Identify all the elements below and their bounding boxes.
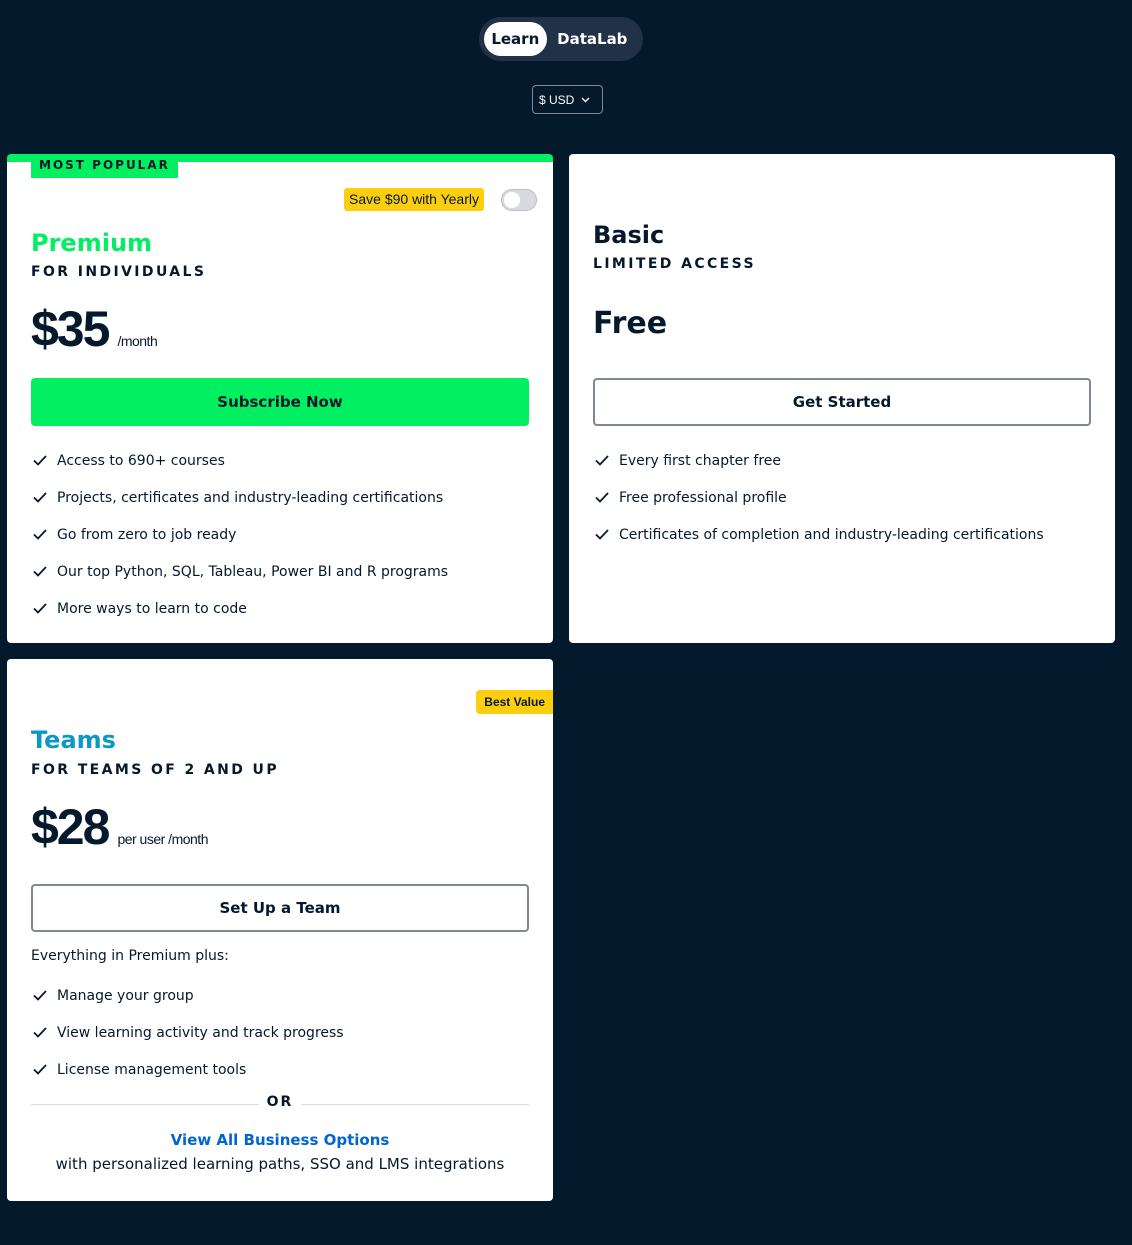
currency-value: $ USD: [539, 92, 575, 107]
teams-price: $28 per user /month: [31, 798, 208, 856]
best-value-badge: Best Value: [476, 690, 553, 714]
most-popular-ribbon: MOST POPULAR: [31, 154, 178, 178]
feature-item: More ways to learn to code: [31, 590, 448, 627]
premium-plan-subtitle: FOR INDIVIDUALS: [31, 264, 207, 280]
premium-price-amount: $35: [31, 301, 110, 357]
check-icon: [593, 452, 611, 470]
subscribe-now-button[interactable]: Subscribe Now: [31, 378, 529, 426]
currency-select[interactable]: $ USD: [532, 85, 603, 114]
feature-item: View learning activity and track progres…: [31, 1014, 344, 1051]
feature-item: Every first chapter free: [593, 442, 1044, 479]
or-label: OR: [258, 1094, 302, 1110]
chevron-down-icon: [581, 97, 590, 103]
feature-item: Access to 690+ courses: [31, 442, 448, 479]
check-icon: [31, 600, 49, 618]
feature-text: Our top Python, SQL, Tableau, Power BI a…: [57, 563, 449, 580]
feature-item: Certificates of completion and industry-…: [593, 516, 1044, 553]
check-icon: [31, 489, 49, 507]
feature-text: Every first chapter free: [619, 452, 781, 469]
feature-text: Free professional profile: [619, 489, 787, 506]
feature-text: View learning activity and track progres…: [57, 1024, 344, 1041]
get-started-button[interactable]: Get Started: [593, 378, 1091, 426]
teams-plan-card: Best Value Teams FOR TEAMS OF 2 AND UP $…: [7, 659, 553, 1201]
premium-plan-card: MOST POPULAR Save $90 with Yearly Premiu…: [7, 154, 553, 643]
basic-plan-card: Basic LIMITED ACCESS Free Get Started Ev…: [569, 154, 1115, 643]
teams-feature-list: Manage your group View learning activity…: [31, 977, 344, 1088]
feature-text: More ways to learn to code: [57, 600, 247, 617]
teams-price-amount: $28: [31, 799, 110, 855]
view-business-options-link[interactable]: View All Business Options: [7, 1131, 553, 1149]
feature-item: Our top Python, SQL, Tableau, Power BI a…: [31, 553, 448, 590]
feature-text: License management tools: [57, 1061, 247, 1078]
toggle-knob: [504, 192, 520, 208]
premium-plus-label: Everything in Premium plus:: [31, 948, 229, 964]
set-up-team-button[interactable]: Set Up a Team: [31, 884, 529, 932]
premium-plan-name: Premium: [31, 229, 153, 257]
teams-plan-name: Teams: [31, 726, 116, 754]
tab-learn[interactable]: Learn: [484, 22, 547, 56]
feature-item: Free professional profile: [593, 479, 1044, 516]
check-icon: [593, 526, 611, 544]
premium-price-unit: /month: [117, 333, 158, 349]
teams-price-unit: per user /month: [117, 831, 208, 847]
feature-text: Manage your group: [57, 987, 194, 1004]
or-divider: OR: [31, 1094, 529, 1114]
basic-feature-list: Every first chapter free Free profession…: [593, 442, 1044, 553]
feature-item: License management tools: [31, 1051, 344, 1088]
feature-text: Go from zero to job ready: [57, 526, 237, 543]
premium-price: $35 /month: [31, 300, 158, 358]
check-icon: [31, 526, 49, 544]
yearly-toggle[interactable]: [501, 189, 537, 211]
tab-datalab[interactable]: DataLab: [547, 22, 638, 56]
basic-price: Free: [593, 306, 668, 341]
check-icon: [31, 452, 49, 470]
product-toggle: Learn DataLab: [479, 17, 643, 61]
feature-item: Projects, certificates and industry-lead…: [31, 479, 448, 516]
check-icon: [31, 563, 49, 581]
teams-plan-subtitle: FOR TEAMS OF 2 AND UP: [31, 762, 279, 778]
feature-text: Projects, certificates and industry-lead…: [57, 489, 444, 506]
check-icon: [31, 987, 49, 1005]
feature-item: Go from zero to job ready: [31, 516, 448, 553]
check-icon: [593, 489, 611, 507]
save-yearly-badge: Save $90 with Yearly: [344, 188, 484, 211]
check-icon: [31, 1061, 49, 1079]
check-icon: [31, 1024, 49, 1042]
feature-item: Manage your group: [31, 977, 344, 1014]
basic-plan-subtitle: LIMITED ACCESS: [593, 256, 756, 272]
basic-plan-name: Basic: [593, 221, 665, 249]
feature-text: Access to 690+ courses: [57, 452, 225, 469]
premium-feature-list: Access to 690+ courses Projects, certifi…: [31, 442, 448, 627]
feature-text: Certificates of completion and industry-…: [619, 526, 1044, 543]
business-options-description: with personalized learning paths, SSO an…: [55, 1155, 505, 1173]
